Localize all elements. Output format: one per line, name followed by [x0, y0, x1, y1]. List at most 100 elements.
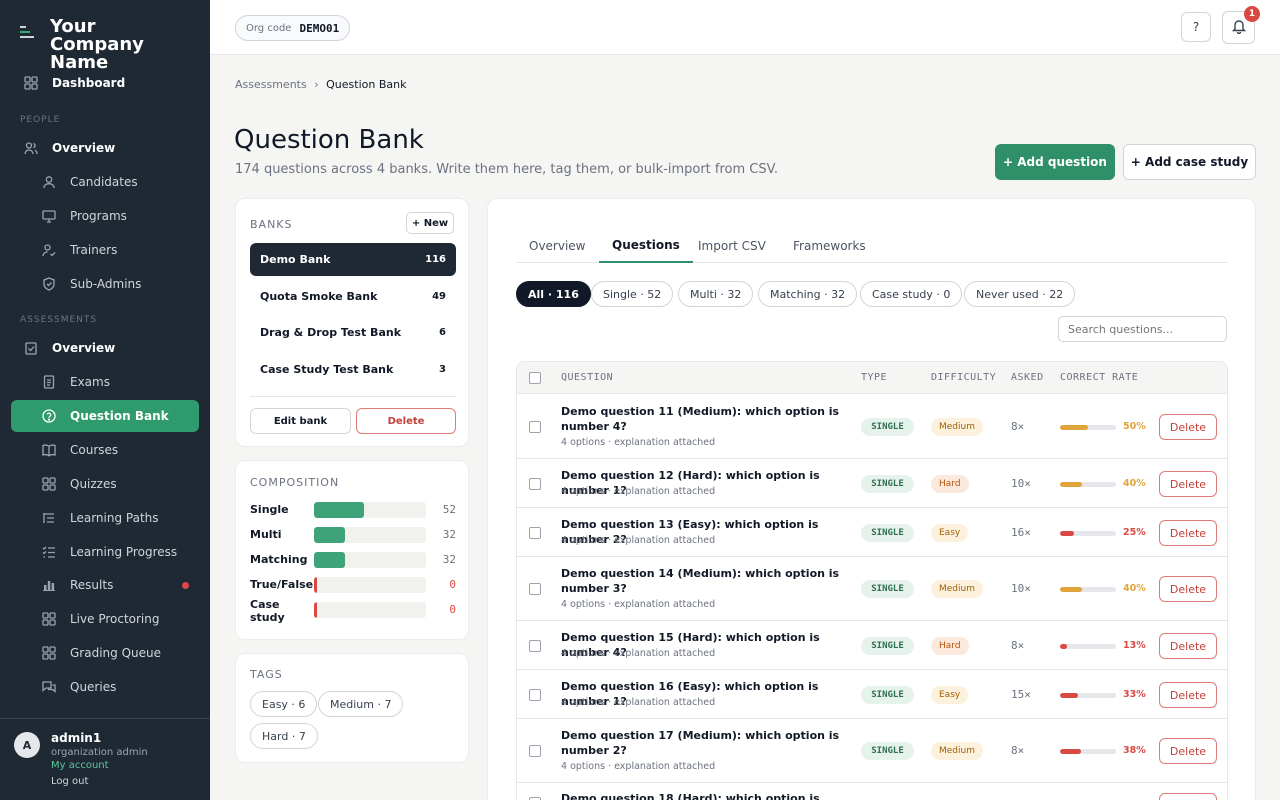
sidebar-item-candidates[interactable]: Candidates — [11, 166, 199, 198]
composition-value: 52 — [442, 503, 456, 516]
question-title[interactable]: Demo question 11 (Medium): which option … — [561, 404, 851, 434]
correct-rate-track — [1060, 693, 1116, 698]
tab-import-csv[interactable]: Import CSV — [685, 228, 779, 263]
breadcrumb-assessments[interactable]: Assessments — [235, 78, 307, 91]
sidebar-item-assessments-overview[interactable]: Overview — [11, 332, 199, 364]
filter-single[interactable]: Single · 52 — [591, 281, 674, 307]
shield-icon — [42, 277, 56, 291]
delete-question-button[interactable]: Delete — [1159, 793, 1217, 800]
composition-bar-track — [314, 602, 426, 618]
delete-question-button[interactable]: Delete — [1159, 520, 1217, 546]
table-row[interactable]: Demo question 13 (Easy): which option is… — [517, 508, 1227, 557]
filter-all[interactable]: All · 116 — [516, 281, 591, 307]
sidebar-item-courses[interactable]: Courses — [11, 434, 199, 466]
list-icon — [42, 511, 56, 525]
sidebar-item-sub-admins[interactable]: Sub-Admins — [11, 268, 199, 300]
sidebar-item-quizzes[interactable]: Quizzes — [11, 468, 199, 500]
tab-frameworks[interactable]: Frameworks — [780, 228, 879, 263]
section-people: PEOPLE — [20, 115, 61, 125]
row-checkbox[interactable] — [529, 689, 541, 701]
filter-case-study[interactable]: Case study · 0 — [860, 281, 963, 307]
table-row[interactable]: Demo question 11 (Medium): which option … — [517, 395, 1227, 459]
sidebar-item-learning-paths[interactable]: Learning Paths — [11, 502, 199, 534]
section-assessments: ASSESSMENTS — [20, 315, 98, 325]
delete-question-button[interactable]: Delete — [1159, 576, 1217, 602]
sidebar-item-trainers[interactable]: Trainers — [11, 234, 199, 266]
composition-value: 0 — [449, 578, 456, 591]
table-row[interactable]: Demo question 18 (Hard): which option is… — [517, 783, 1227, 800]
bank-item[interactable]: Demo Bank 116 — [250, 243, 456, 276]
new-bank-button[interactable]: + New — [406, 212, 454, 234]
row-checkbox[interactable] — [529, 478, 541, 490]
add-case-study-button[interactable]: + Add case study — [1123, 144, 1256, 180]
delete-question-button[interactable]: Delete — [1159, 633, 1217, 659]
row-checkbox[interactable] — [529, 527, 541, 539]
notifications-button[interactable]: 1 — [1222, 6, 1260, 44]
filter-multi[interactable]: Multi · 32 — [678, 281, 754, 307]
sidebar-item-live-proctoring[interactable]: Live Proctoring — [11, 603, 199, 635]
question-title[interactable]: Demo question 14 (Medium): which option … — [561, 566, 851, 596]
row-checkbox[interactable] — [529, 421, 541, 433]
column-header-question: QUESTION — [561, 372, 614, 383]
avatar[interactable]: A — [14, 732, 40, 758]
delete-question-button[interactable]: Delete — [1159, 471, 1217, 497]
bank-count: 116 — [425, 254, 446, 265]
tab-questions[interactable]: Questions — [599, 228, 693, 263]
bank-item[interactable]: Quota Smoke Bank 49 — [250, 280, 456, 313]
question-title[interactable]: Demo question 18 (Hard): which option is… — [561, 791, 851, 800]
table-row[interactable]: Demo question 12 (Hard): which option is… — [517, 459, 1227, 508]
correct-rate-track — [1060, 482, 1116, 487]
composition-label-text: Case study — [250, 598, 285, 624]
table-row[interactable]: Demo question 17 (Medium): which option … — [517, 719, 1227, 783]
correct-rate-bar — [1060, 587, 1082, 592]
sidebar-item-people-overview[interactable]: Overview — [11, 132, 199, 164]
search-input[interactable] — [1058, 316, 1227, 342]
logo-icon — [20, 26, 36, 40]
sidebar-item-dashboard[interactable]: Dashboard — [11, 67, 199, 99]
row-checkbox[interactable] — [529, 583, 541, 595]
sidebar-item-learning-progress[interactable]: Learning Progress — [11, 536, 199, 568]
grid-icon — [42, 477, 56, 491]
composition-card: COMPOSITION Single 52 Multi 32 Matching 32 Tru… — [235, 460, 469, 640]
my-account-link[interactable]: My account — [51, 760, 109, 771]
table-header: QUESTION TYPE DIFFICULTY ASKED CORRECT R… — [517, 362, 1227, 394]
row-checkbox[interactable] — [529, 745, 541, 757]
sidebar-item-grading-queue[interactable]: Grading Queue — [11, 637, 199, 669]
edit-bank-button[interactable]: Edit bank — [250, 408, 351, 434]
tag-easy[interactable]: Easy · 6 — [250, 691, 318, 717]
sidebar-item-label: Grading Queue — [70, 646, 161, 660]
add-question-button[interactable]: + Add question — [995, 144, 1115, 180]
difficulty-badge: Medium — [931, 580, 983, 598]
question-title[interactable]: Demo question 17 (Medium): which option … — [561, 728, 851, 758]
delete-bank-button[interactable]: Delete — [356, 408, 456, 434]
sidebar-item-queries[interactable]: Queries — [11, 671, 199, 703]
sidebar: Your Company Name Dashboard PEOPLE Overv… — [0, 0, 210, 800]
table-row[interactable]: Demo question 15 (Hard): which option is… — [517, 621, 1227, 670]
tab-overview[interactable]: Overview — [516, 228, 599, 263]
delete-question-button[interactable]: Delete — [1159, 682, 1217, 708]
sidebar-item-results[interactable]: Results — [11, 569, 199, 601]
sidebar-item-exams[interactable]: Exams — [11, 366, 199, 398]
filter-never-used[interactable]: Never used · 22 — [964, 281, 1076, 307]
sidebar-item-question-bank[interactable]: Question Bank — [11, 400, 199, 432]
brand-logo[interactable]: Your Company Name — [20, 18, 190, 72]
table-row[interactable]: Demo question 14 (Medium): which option … — [517, 557, 1227, 621]
select-all-checkbox[interactable] — [529, 372, 541, 384]
delete-question-button[interactable]: Delete — [1159, 738, 1217, 764]
logout-link[interactable]: Log out — [51, 776, 88, 787]
tag-hard[interactable]: Hard · 7 — [250, 723, 318, 749]
correct-rate-bar — [1060, 425, 1088, 430]
help-button[interactable]: ? — [1181, 12, 1211, 42]
tag-medium[interactable]: Medium · 7 — [318, 691, 404, 717]
bell-icon — [1231, 18, 1247, 37]
row-checkbox[interactable] — [529, 640, 541, 652]
correct-rate-value: 38% — [1123, 745, 1146, 756]
bank-item[interactable]: Drag & Drop Test Bank 6 — [250, 316, 456, 349]
sidebar-item-programs[interactable]: Programs — [11, 200, 199, 232]
delete-question-button[interactable]: Delete — [1159, 414, 1217, 440]
filter-matching[interactable]: Matching · 32 — [758, 281, 858, 307]
correct-rate-bar — [1060, 482, 1082, 487]
users-icon — [24, 141, 38, 155]
bank-item[interactable]: Case Study Test Bank 3 — [250, 353, 456, 386]
table-row[interactable]: Demo question 16 (Easy): which option is… — [517, 670, 1227, 719]
